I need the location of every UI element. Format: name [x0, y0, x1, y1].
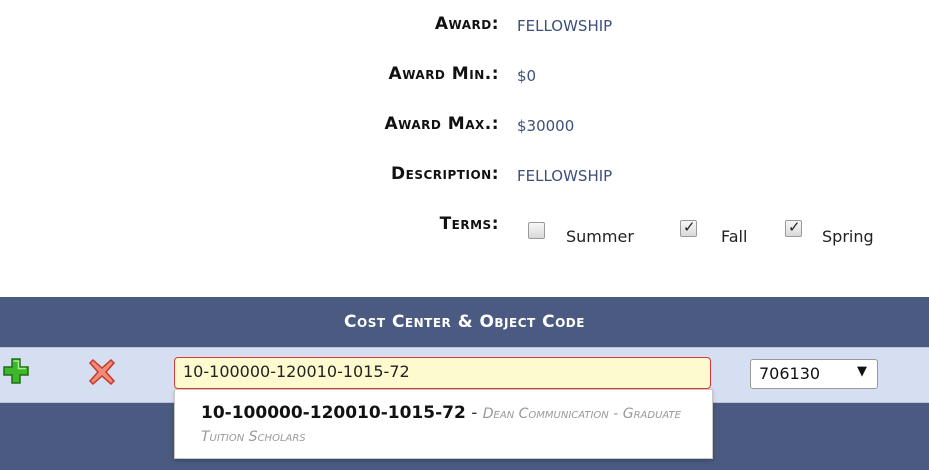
award-min-label: Award Min.:	[388, 64, 499, 84]
award-min-value: $0	[517, 67, 537, 85]
term-fall-label: Fall	[721, 227, 748, 246]
award-max-value: $30000	[517, 117, 575, 135]
term-spring-label: Spring	[822, 227, 874, 246]
cost-center-header-title: Cost Center & Object Code	[344, 312, 585, 332]
x-icon[interactable]	[88, 358, 116, 386]
check-icon: ✓	[788, 218, 801, 236]
plus-icon[interactable]	[3, 358, 29, 384]
term-summer-label: Summer	[566, 227, 634, 246]
autocomplete-dropdown: 10-100000-120010-1015-72 - Dean Communic…	[174, 389, 713, 459]
terms-label: Terms:	[439, 214, 499, 234]
autocomplete-option[interactable]: 10-100000-120010-1015-72 - Dean Communic…	[201, 402, 686, 448]
description-value: FELLOWSHIP	[517, 167, 613, 185]
award-max-label: Award Max.:	[384, 114, 499, 134]
cost-center-header: Cost Center & Object Code	[0, 297, 929, 347]
option-separator: -	[465, 403, 483, 423]
option-code: 10-100000-120010-1015-72	[201, 403, 466, 423]
term-spring-checkbox[interactable]: ✓	[785, 218, 802, 237]
check-icon: ✓	[683, 218, 696, 236]
term-summer-checkbox[interactable]	[528, 222, 545, 239]
description-label: Description:	[391, 164, 499, 184]
object-code-value: 706130	[759, 364, 821, 383]
object-code-select[interactable]: 706130 ▼	[750, 359, 878, 389]
award-value: FELLOWSHIP	[517, 17, 613, 35]
term-fall-checkbox[interactable]: ✓	[680, 218, 697, 237]
chevron-down-icon: ▼	[857, 364, 867, 379]
cost-center-input[interactable]: 10-100000-120010-1015-72	[174, 357, 711, 389]
award-label: Award:	[434, 14, 499, 34]
